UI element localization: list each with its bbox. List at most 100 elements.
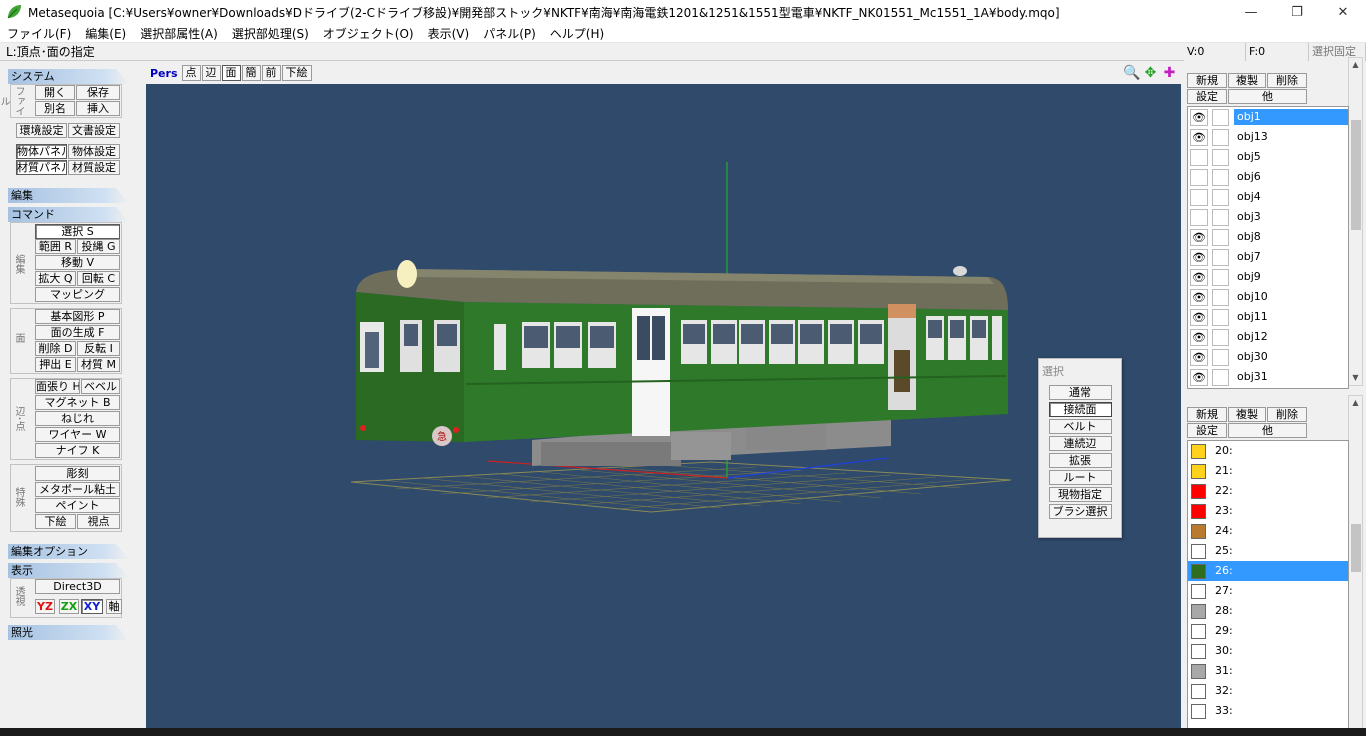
material-settings-button[interactable]: 設定: [1187, 423, 1227, 438]
select-connected-faces-button[interactable]: 接続面: [1048, 402, 1112, 417]
select-route-button[interactable]: ルート: [1048, 470, 1112, 485]
lock-toggle[interactable]: [1212, 308, 1229, 326]
visibility-toggle[interactable]: [1190, 208, 1208, 226]
underlay-button[interactable]: 下絵: [281, 65, 312, 81]
object-settings-button[interactable]: 物体設定: [68, 144, 120, 159]
lock-toggle[interactable]: [1212, 168, 1229, 186]
visibility-eye-icon[interactable]: 👁: [1190, 288, 1208, 306]
object-delete-button[interactable]: 削除: [1267, 73, 1307, 88]
object-row-obj7[interactable]: 👁 obj7: [1188, 247, 1348, 267]
visibility-eye-icon[interactable]: 👁: [1190, 348, 1208, 366]
selection-panel-title[interactable]: 選択: [1039, 359, 1121, 385]
lock-toggle[interactable]: [1212, 368, 1229, 386]
lock-toggle[interactable]: [1212, 188, 1229, 206]
show-vertices-button[interactable]: 点: [181, 65, 201, 81]
object-row-obj12[interactable]: 👁 obj12: [1188, 327, 1348, 347]
bevel-tool-button[interactable]: ベベル: [81, 379, 120, 394]
rotate-tool-button[interactable]: 回転 C: [77, 271, 120, 286]
material-row[interactable]: 23:: [1188, 501, 1348, 521]
visibility-eye-icon[interactable]: 👁: [1190, 248, 1208, 266]
magnet-tool-button[interactable]: マグネット B: [35, 395, 120, 410]
object-settings-button[interactable]: 設定: [1187, 89, 1227, 104]
3d-viewport[interactable]: 急: [146, 84, 1181, 728]
visibility-toggle[interactable]: [1190, 148, 1208, 166]
material-color-swatch[interactable]: [1191, 703, 1206, 719]
viewpoint-tool-button[interactable]: 視点: [77, 514, 120, 529]
material-row[interactable]: 32:: [1188, 681, 1348, 701]
material-color-swatch[interactable]: [1191, 543, 1206, 559]
lock-toggle[interactable]: [1212, 268, 1229, 286]
menu-help[interactable]: ヘルプ(H): [543, 25, 611, 42]
object-row-obj9[interactable]: 👁 obj9: [1188, 267, 1348, 287]
material-duplicate-button[interactable]: 複製: [1228, 407, 1266, 422]
sculpt-tool-button[interactable]: 彫刻: [35, 466, 120, 481]
show-faces-button[interactable]: 面: [221, 65, 241, 81]
scrollbar-thumb[interactable]: [1351, 524, 1361, 572]
primitive-tool-button[interactable]: 基本図形 P: [35, 309, 120, 324]
lasso-tool-button[interactable]: 投縄 G: [77, 239, 120, 254]
view-xy-button[interactable]: XY: [81, 599, 103, 614]
material-new-button[interactable]: 新規: [1187, 407, 1227, 422]
zoom-icon[interactable]: 🔍: [1123, 65, 1140, 82]
material-color-swatch[interactable]: [1191, 523, 1206, 539]
object-row-obj1[interactable]: 👁 obj1: [1188, 107, 1348, 127]
menu-selection-process[interactable]: 選択部処理(S): [225, 25, 316, 42]
scale-tool-button[interactable]: 拡大 Q: [35, 271, 76, 286]
lock-toggle[interactable]: [1212, 228, 1229, 246]
axis-toggle-button[interactable]: 軸: [106, 599, 122, 614]
lock-toggle[interactable]: [1212, 148, 1229, 166]
select-brush-button[interactable]: ブラシ選択: [1048, 504, 1112, 519]
material-delete-button[interactable]: 削除: [1267, 407, 1307, 422]
material-row[interactable]: 25:: [1188, 541, 1348, 561]
material-row[interactable]: 33:: [1188, 701, 1348, 721]
material-tool-button[interactable]: 材質 M: [77, 357, 120, 372]
menu-object[interactable]: オブジェクト(O): [316, 25, 421, 42]
edit-section-header[interactable]: 編集: [8, 188, 129, 203]
material-color-swatch[interactable]: [1191, 503, 1206, 519]
metaball-clay-tool-button[interactable]: メタボール粘土: [35, 482, 120, 497]
save-button[interactable]: 保存: [76, 85, 120, 100]
delete-tool-button[interactable]: 削除 D: [35, 341, 76, 356]
twist-tool-button[interactable]: ねじれ: [35, 411, 120, 426]
menu-view[interactable]: 表示(V): [421, 25, 477, 42]
facet-tool-button[interactable]: 面張り H: [35, 379, 80, 394]
object-row-obj30[interactable]: 👁 obj30: [1188, 347, 1348, 367]
wire-tool-button[interactable]: ワイヤー W: [35, 427, 120, 442]
select-expand-button[interactable]: 拡張: [1048, 453, 1112, 468]
rotate-view-icon[interactable]: ✚: [1161, 65, 1178, 82]
material-row[interactable]: 30:: [1188, 641, 1348, 661]
visibility-eye-icon[interactable]: 👁: [1190, 108, 1208, 126]
view-zx-button[interactable]: ZX: [59, 599, 79, 614]
material-row[interactable]: 29:: [1188, 621, 1348, 641]
simple-view-button[interactable]: 簡: [241, 65, 261, 81]
visibility-eye-icon[interactable]: 👁: [1190, 128, 1208, 146]
material-color-swatch[interactable]: [1191, 623, 1206, 639]
menu-panel[interactable]: パネル(P): [476, 25, 543, 42]
scroll-down-icon[interactable]: ▼: [1349, 371, 1362, 385]
object-row-obj3[interactable]: obj3: [1188, 207, 1348, 227]
object-row-obj31[interactable]: 👁 obj31: [1188, 367, 1348, 387]
move-tool-button[interactable]: 移動 V: [35, 255, 120, 270]
object-row-obj4[interactable]: obj4: [1188, 187, 1348, 207]
material-color-swatch[interactable]: [1191, 443, 1206, 459]
material-row[interactable]: 21:: [1188, 461, 1348, 481]
maximize-button[interactable]: ❐: [1274, 0, 1320, 24]
menu-edit[interactable]: 編集(E): [78, 25, 133, 42]
visibility-eye-icon[interactable]: 👁: [1190, 308, 1208, 326]
knife-tool-button[interactable]: ナイフ K: [35, 443, 120, 458]
paint-tool-button[interactable]: ペイント: [35, 498, 120, 513]
material-row[interactable]: 22:: [1188, 481, 1348, 501]
visibility-toggle[interactable]: [1190, 188, 1208, 206]
object-row-obj8[interactable]: 👁 obj8: [1188, 227, 1348, 247]
material-row[interactable]: 31:: [1188, 661, 1348, 681]
material-other-button[interactable]: 他: [1228, 423, 1307, 438]
extrude-tool-button[interactable]: 押出 E: [35, 357, 76, 372]
material-color-swatch[interactable]: [1191, 643, 1206, 659]
visibility-eye-icon[interactable]: 👁: [1190, 328, 1208, 346]
material-color-swatch[interactable]: [1191, 463, 1206, 479]
object-panel-scrollbar[interactable]: ▲ ▼: [1348, 57, 1363, 386]
display-section-header[interactable]: 表示: [8, 563, 129, 578]
lock-toggle[interactable]: [1212, 348, 1229, 366]
visibility-toggle[interactable]: [1190, 168, 1208, 186]
material-color-swatch[interactable]: [1191, 583, 1206, 599]
